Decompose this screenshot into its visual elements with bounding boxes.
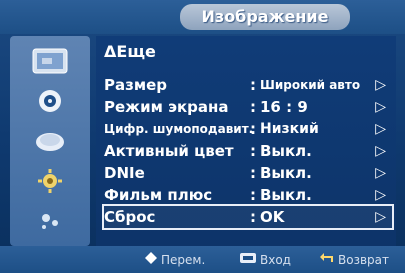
channel-icon[interactable] <box>24 124 76 158</box>
arrow-right-icon: ▷ <box>375 121 386 137</box>
setup-icon[interactable] <box>24 164 76 198</box>
hint-move: Перем. <box>145 251 205 269</box>
menu-item-value: 16 : 9 <box>260 98 308 116</box>
hint-move-label: Перем. <box>161 253 206 267</box>
osd-menu: Изображение ΔЕще Размер: Широкий авто ▷… <box>0 0 405 273</box>
menu-item-value: OK <box>260 208 285 226</box>
menu-item-value: Широкий авто <box>260 78 361 92</box>
menu-item-label: Цифр. шумоподавит. <box>104 122 254 136</box>
separator: : <box>250 76 256 94</box>
menu-item-noise-reduction[interactable]: Цифр. шумоподавит. : Низкий ▷ <box>104 118 392 140</box>
menu-item-size[interactable]: Размер : Широкий авто ▷ <box>104 74 392 96</box>
picture-icon[interactable] <box>24 44 76 78</box>
hint-back: Возврат <box>320 251 389 269</box>
return-icon <box>320 251 334 269</box>
separator: : <box>250 208 256 226</box>
menu-item-film-plus[interactable]: Фильм плюс : Выкл. ▷ <box>104 184 392 206</box>
menu-item-value: Выкл. <box>260 142 312 160</box>
hint-back-label: Возврат <box>338 253 389 267</box>
menu-panel: ΔЕще Размер : Широкий авто ▷ Режим экран… <box>96 36 396 246</box>
menu-item-value: Низкий <box>260 121 319 137</box>
separator: : <box>250 98 256 116</box>
hint-enter-label: Вход <box>260 253 291 267</box>
menu-item-value: Выкл. <box>260 164 312 182</box>
hint-enter: Вход <box>240 251 291 269</box>
menu-item-dnie[interactable]: DNIe : Выкл. ▷ <box>104 162 392 184</box>
menu-item-value: Выкл. <box>260 186 312 204</box>
arrow-right-icon: ▷ <box>375 77 386 93</box>
menu-list: Размер : Широкий авто ▷ Режим экрана : 1… <box>102 74 394 230</box>
menu-item-active-color[interactable]: Активный цвет : Выкл. ▷ <box>104 140 392 162</box>
arrow-right-icon: ▷ <box>375 143 386 159</box>
input-icon[interactable] <box>24 204 76 238</box>
menu-item-label: Режим экрана <box>104 98 229 116</box>
arrow-right-icon: ▷ <box>375 187 386 203</box>
separator: : <box>250 120 256 138</box>
page-title: Изображение <box>180 4 350 30</box>
section-title: ΔЕще <box>104 42 156 61</box>
menu-item-reset[interactable]: Сброс : OK ▷ <box>102 204 394 230</box>
enter-icon <box>240 251 256 269</box>
menu-item-label: Активный цвет <box>104 142 234 160</box>
arrow-right-icon: ▷ <box>375 99 386 115</box>
menu-item-screen-mode[interactable]: Режим экрана : 16 : 9 ▷ <box>104 96 392 118</box>
title-bar: Изображение <box>0 0 405 34</box>
sound-icon[interactable] <box>24 84 76 118</box>
category-sidebar <box>10 36 90 246</box>
separator: : <box>250 164 256 182</box>
separator: : <box>250 142 256 160</box>
menu-item-label: DNIe <box>104 164 145 182</box>
menu-item-label: Сброс <box>104 208 156 226</box>
separator: : <box>250 186 256 204</box>
arrow-right-icon: ▷ <box>375 165 386 181</box>
menu-item-label: Фильм плюс <box>104 186 213 204</box>
arrow-right-icon: ▷ <box>375 209 386 225</box>
menu-item-label: Размер <box>104 76 168 94</box>
move-icon <box>145 251 157 269</box>
footer-hints: Перем. Вход Возврат <box>0 246 405 273</box>
